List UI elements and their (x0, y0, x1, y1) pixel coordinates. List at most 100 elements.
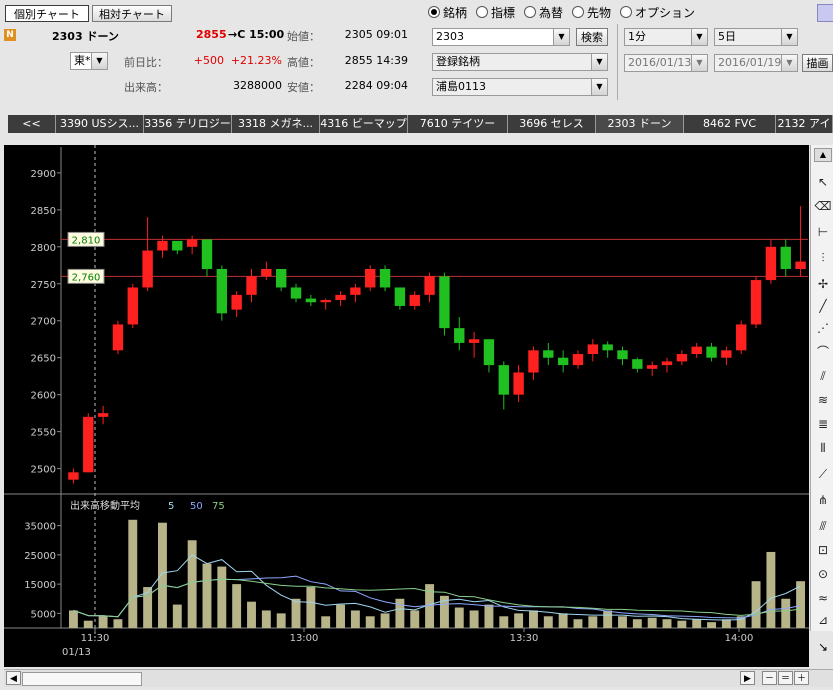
span-select[interactable]: 5日 ▼ (714, 28, 798, 46)
box-icon[interactable]: ⊡ (814, 541, 832, 559)
scroll-left-icon[interactable]: ◀ (6, 671, 21, 685)
stock-tab[interactable]: 7610 テイツー (408, 115, 508, 133)
interval-value: 1分 (628, 30, 646, 43)
volume-bar (113, 619, 123, 628)
volume-bar (514, 613, 524, 628)
chevron-down-icon: ▼ (691, 55, 707, 71)
price-volume-chart[interactable]: 2900 2850 2800 2750 2700 2650 2600 2550 2500 2,81… (4, 145, 809, 667)
scroll-thumb[interactable] (22, 672, 142, 686)
radio-futures[interactable]: 先物 (572, 4, 611, 21)
volume-bar (618, 616, 627, 628)
chevron-down-icon: ▼ (91, 53, 107, 69)
drawing-toolbar: ▲ ↖ ⌫ ⊢ ⫶ ✢ ╱ ⋰ ⌒ ⫽ ≋ ≣ ⦀ ⟋ ⋔ ⫻ ⊡ ⊙ ≈ ⊿ (810, 145, 833, 631)
volume-bar (677, 620, 687, 628)
zoom-out-icon[interactable]: － (762, 671, 777, 685)
tab-prev[interactable]: << (8, 115, 56, 133)
cross-line-icon[interactable]: ✢ (814, 275, 832, 293)
stock-tab[interactable]: 4316 ビーマップ (320, 115, 408, 133)
registered-select[interactable]: 登録銘柄 ▼ (432, 53, 608, 71)
tab-individual-chart[interactable]: 個別チャート (5, 5, 89, 22)
scroll-right-icon[interactable]: ▶ (740, 671, 755, 685)
vertical-line-icon[interactable]: ⫶ (814, 249, 832, 267)
candle-body (157, 240, 168, 251)
radio-index[interactable]: 指標 (476, 4, 515, 21)
search-button[interactable]: 検索 (576, 28, 608, 46)
candle-body (617, 350, 628, 360)
pitchfork-icon[interactable]: ⋔ (814, 491, 832, 509)
y-tick-label: 2650 (31, 354, 56, 365)
radio-stock[interactable]: 銘柄 (428, 4, 467, 21)
zoom-in-icon[interactable]: ＋ (794, 671, 809, 685)
stock-tab[interactable]: 3318 メガネ... (232, 115, 320, 133)
volume-bar (662, 619, 672, 628)
current-price: 2855 (196, 28, 227, 41)
volume-bar (558, 613, 568, 628)
chart-area[interactable]: 2900 2850 2800 2750 2700 2650 2600 2550 2500 2,81… (4, 145, 809, 667)
time-zone-icon[interactable]: ≣ (814, 415, 832, 433)
ma-period-label: 75 (212, 501, 225, 512)
exchange-select[interactable]: 東* ▼ (70, 52, 108, 70)
list-select[interactable]: 浦島0113 ▼ (432, 78, 608, 96)
span-value: 5日 (718, 30, 736, 43)
candle-body (646, 365, 658, 369)
date-to-select[interactable]: 2016/01/19 ▼ (714, 54, 798, 72)
volume-bar (232, 584, 242, 628)
zoom-reset-icon[interactable]: ＝ (778, 671, 793, 685)
volume-tick-label: 35000 (24, 522, 56, 533)
volume-bar (647, 617, 657, 628)
horizontal-line-icon[interactable]: ⊢ (814, 223, 832, 241)
candle-body (513, 372, 524, 395)
eraser-icon[interactable]: ⌫ (814, 197, 832, 215)
stock-tab[interactable]: 2132 アイ (776, 115, 833, 133)
stock-tab[interactable]: 8462 FVC (684, 115, 776, 133)
date-from-select[interactable]: 2016/01/13 ▼ (624, 54, 708, 72)
expand-icon[interactable]: ↘ (815, 639, 831, 655)
volume-bar (350, 610, 360, 628)
wave-icon[interactable]: ≈ (814, 589, 832, 607)
volume-bar (632, 619, 642, 628)
interval-select[interactable]: 1分 ▼ (624, 28, 708, 46)
candle-body (335, 294, 346, 301)
candle-body (127, 287, 138, 325)
trend-line-icon[interactable]: ╱ (814, 297, 832, 315)
volume-bar (306, 587, 316, 628)
radio-forex[interactable]: 為替 (524, 4, 563, 21)
arc-icon[interactable]: ⌒ (814, 343, 832, 361)
fan-line-icon[interactable]: ⋰ (814, 319, 832, 337)
stock-tab-active[interactable]: 2303 ドーン (596, 115, 684, 133)
cursor-icon[interactable]: ↖ (814, 173, 832, 191)
volume-bar (276, 613, 286, 628)
code-input[interactable]: 2303 ▼ (432, 28, 570, 46)
radio-options[interactable]: オプション (620, 4, 695, 21)
chevron-down-icon: ▼ (781, 55, 797, 71)
stock-tab[interactable]: 3696 セレス (508, 115, 596, 133)
radio-dot-icon (476, 6, 488, 18)
volume-label: 出来高： (124, 81, 168, 94)
fibonacci-icon[interactable]: ⫽ (814, 367, 832, 385)
tab-relative-chart[interactable]: 相対チャート (92, 5, 172, 22)
draw-button[interactable]: 描画 (802, 54, 833, 72)
retracement-icon[interactable]: ≋ (814, 391, 832, 409)
candle-body (721, 350, 732, 358)
volume-tick-label: 15000 (24, 580, 56, 591)
ray-icon[interactable]: ⟋ (814, 465, 832, 483)
candle-body (320, 300, 331, 303)
candle-body (736, 324, 747, 351)
candle-body (201, 239, 213, 269)
volume-bar (68, 610, 78, 628)
candle-body (261, 268, 272, 277)
measure-icon[interactable]: ⊿ (814, 611, 832, 629)
chevron-down-icon: ▼ (781, 29, 797, 45)
corner-button[interactable] (817, 4, 833, 22)
horizontal-scrollbar[interactable]: ◀ ▶ － ＝ ＋ (4, 669, 833, 687)
ellipse-icon[interactable]: ⊙ (814, 565, 832, 583)
toolbar-scroll-up[interactable]: ▲ (814, 148, 832, 162)
volume-tick-label: 5000 (31, 609, 56, 620)
parallel-icon[interactable]: ⫻ (814, 517, 832, 535)
stock-tab[interactable]: 3356 テリロジー (144, 115, 232, 133)
stock-tab[interactable]: 3390 USシス... (56, 115, 144, 133)
volume-bar (336, 604, 345, 628)
volume-bar (395, 598, 405, 628)
radio-label: 指標 (491, 6, 516, 20)
channel-icon[interactable]: ⦀ (814, 439, 832, 457)
